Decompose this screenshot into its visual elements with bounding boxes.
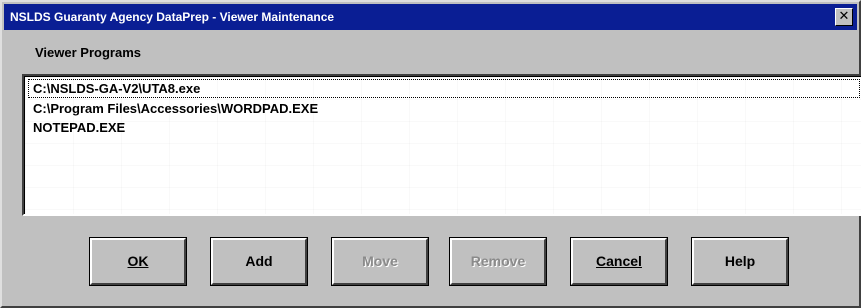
add-button-label: Add xyxy=(245,253,273,269)
remove-button-label: Remove xyxy=(470,253,526,269)
cancel-button-label: Cancel xyxy=(596,253,642,269)
viewer-programs-label: Viewer Programs xyxy=(35,45,141,60)
viewer-maintenance-dialog: NSLDS Guaranty Agency DataPrep - Viewer … xyxy=(0,0,861,308)
window-title: NSLDS Guaranty Agency DataPrep - Viewer … xyxy=(10,10,335,24)
add-button[interactable]: Add xyxy=(210,237,308,286)
move-button-label: Move xyxy=(362,253,398,269)
list-area: C:\NSLDS-GA-V2\UTA8.exe C:\Program Files… xyxy=(24,76,861,214)
help-button[interactable]: Help xyxy=(691,237,789,286)
help-button-label: Help xyxy=(724,253,756,269)
title-bar[interactable]: NSLDS Guaranty Agency DataPrep - Viewer … xyxy=(4,4,857,30)
cancel-button[interactable]: Cancel xyxy=(570,237,668,286)
close-icon[interactable]: ✕ xyxy=(835,8,853,26)
ok-button-label: OK xyxy=(127,253,149,269)
list-item[interactable]: NOTEPAD.EXE xyxy=(29,118,125,137)
list-item[interactable]: C:\NSLDS-GA-V2\UTA8.exe xyxy=(28,79,860,98)
list-item[interactable]: C:\Program Files\Accessories\WORDPAD.EXE xyxy=(29,99,318,118)
remove-button[interactable]: Remove xyxy=(449,237,547,286)
move-button[interactable]: Move xyxy=(331,237,429,286)
viewer-programs-list[interactable]: C:\NSLDS-GA-V2\UTA8.exe C:\Program Files… xyxy=(22,74,861,216)
ok-button[interactable]: OK xyxy=(89,237,187,286)
